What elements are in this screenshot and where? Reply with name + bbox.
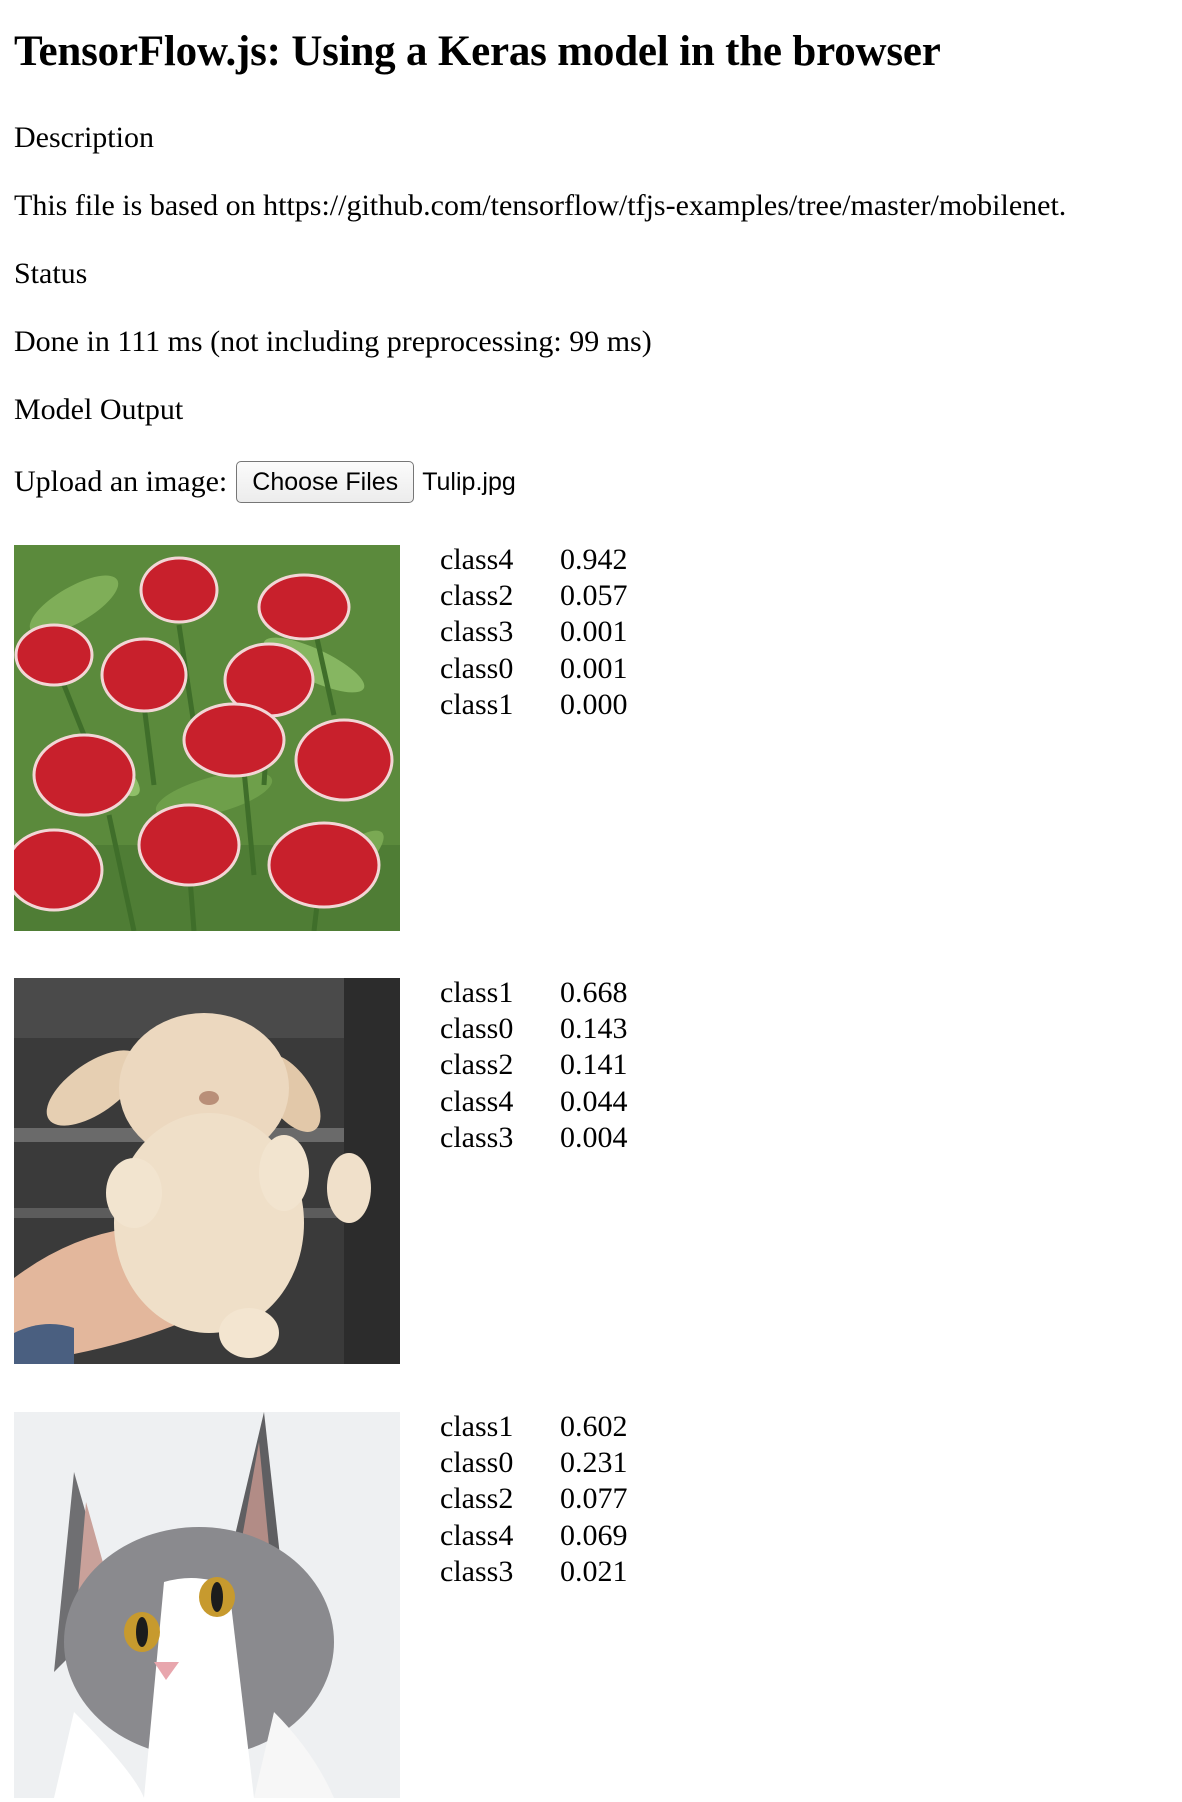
prediction-probability: 0.000: [560, 687, 628, 721]
prediction-row: class0 0.001: [440, 651, 628, 687]
prediction-list: class1 0.602 class0 0.231 class2 0.077 c…: [440, 1409, 628, 1590]
prediction-probability: 0.057: [560, 579, 628, 613]
prediction-row: class4 0.044: [440, 1084, 628, 1120]
prediction-probability: 0.021: [560, 1554, 628, 1588]
prediction-class: class0: [440, 651, 514, 685]
prediction-row: class3 0.001: [440, 614, 628, 650]
prediction-probability: 0.231: [560, 1446, 628, 1480]
status-heading: Status: [14, 257, 88, 290]
prediction-row: class0 0.143: [440, 1011, 628, 1047]
prediction-row: class3 0.004: [440, 1120, 628, 1156]
prediction-class: class2: [440, 1482, 514, 1516]
prediction-class: class1: [440, 1410, 514, 1443]
tulips-photo: [14, 545, 400, 931]
upload-row: Upload an image: Choose Files Tulip.jpg: [14, 461, 516, 503]
prediction-class: class1: [440, 687, 514, 721]
prediction-probability: 0.001: [560, 615, 628, 649]
prediction-class: class3: [440, 615, 514, 649]
prediction-probability: 0.069: [560, 1518, 628, 1552]
prediction-result: class1 0.602 class0 0.231 class2 0.077 c…: [14, 1409, 714, 1798]
prediction-row: class2 0.057: [440, 578, 628, 614]
upload-label: Upload an image:: [14, 465, 228, 498]
prediction-probability: 0.077: [560, 1482, 628, 1516]
selected-file-name: Tulip.jpg: [422, 467, 516, 496]
prediction-probability: 0.143: [560, 1012, 628, 1046]
prediction-result: class4 0.942 class2 0.057 class3 0.001 c…: [14, 542, 714, 931]
prediction-class: class3: [440, 1554, 514, 1588]
prediction-list: class4 0.942 class2 0.057 class3 0.001 c…: [440, 542, 628, 723]
prediction-row: class3 0.021: [440, 1554, 628, 1590]
page-title: TensorFlow.js: Using a Keras model in th…: [14, 28, 941, 75]
prediction-class: class0: [440, 1446, 514, 1480]
prediction-class: class2: [440, 579, 514, 613]
rabbit-photo: [14, 978, 400, 1364]
prediction-row: class1 0.000: [440, 687, 628, 723]
prediction-row: class0 0.231: [440, 1445, 628, 1481]
prediction-probability: 0.942: [560, 543, 628, 576]
prediction-row: class2 0.077: [440, 1481, 628, 1517]
prediction-list: class1 0.668 class0 0.143 class2 0.141 c…: [440, 975, 628, 1156]
prediction-probability: 0.668: [560, 976, 628, 1009]
prediction-class: class2: [440, 1048, 514, 1082]
prediction-probability: 0.044: [560, 1084, 628, 1118]
status-text: Done in 111 ms (not including preprocess…: [14, 325, 652, 358]
cat-photo: [14, 1412, 400, 1798]
prediction-row: class4 0.069: [440, 1518, 628, 1554]
choose-files-button[interactable]: Choose Files: [236, 461, 415, 503]
prediction-row: class1 0.602: [440, 1409, 628, 1445]
prediction-class: class4: [440, 543, 514, 576]
prediction-row: class1 0.668: [440, 975, 628, 1011]
prediction-probability: 0.001: [560, 651, 628, 685]
model-output-heading: Model Output: [14, 393, 184, 426]
prediction-class: class1: [440, 976, 514, 1009]
prediction-class: class4: [440, 1084, 514, 1118]
prediction-probability: 0.602: [560, 1410, 628, 1443]
prediction-class: class4: [440, 1518, 514, 1552]
prediction-class: class0: [440, 1012, 514, 1046]
prediction-probability: 0.004: [560, 1120, 628, 1154]
prediction-class: class3: [440, 1120, 514, 1154]
prediction-row: class2 0.141: [440, 1047, 628, 1083]
prediction-row: class4 0.942: [440, 542, 628, 578]
prediction-probability: 0.141: [560, 1048, 628, 1082]
description-text: This file is based on https://github.com…: [14, 189, 1067, 222]
description-heading: Description: [14, 121, 154, 154]
prediction-result: class1 0.668 class0 0.143 class2 0.141 c…: [14, 975, 714, 1364]
